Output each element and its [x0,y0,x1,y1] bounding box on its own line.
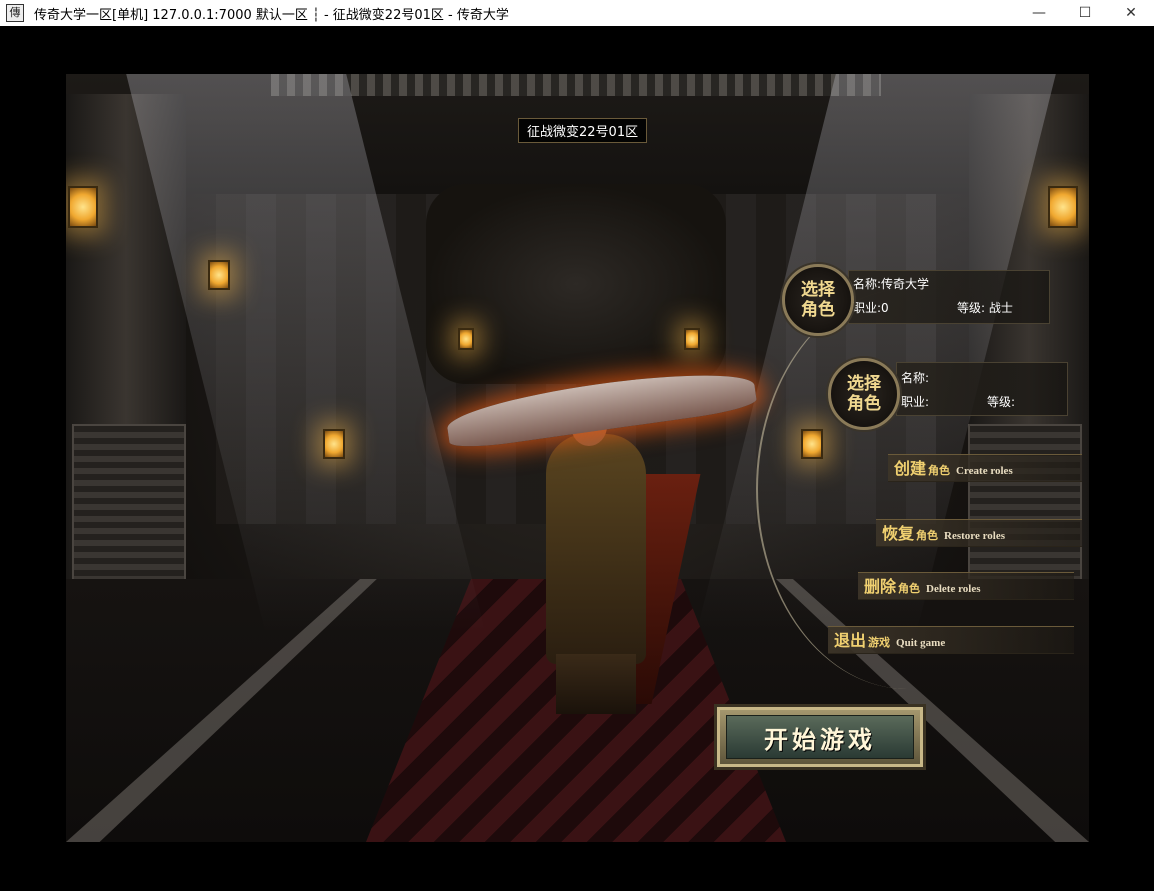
hero-armor [546,434,646,664]
role-slot-1-panel[interactable]: 名称:传奇大学 职业:0 等级: 战士 [848,270,1050,324]
lantern-icon [1048,186,1078,228]
game-viewport: 征战微变22号01区 名称:传奇大学 职业:0 等级: 战士 选择 角色 名称:… [66,74,1089,842]
role-1-job-label: 职业: [853,301,882,315]
throne [426,184,726,384]
server-name-label: 征战微变22号01区 [518,118,648,143]
lantern-icon [684,328,700,350]
create-role-big: 创建 [894,459,927,478]
create-role-button[interactable]: 创建 角色 Create roles [888,454,1082,482]
restore-role-button[interactable]: 恢复 角色 Restore roles [876,519,1082,547]
lantern-icon [68,186,98,228]
lantern-icon [323,429,345,459]
lantern-icon [208,260,230,290]
maximize-button[interactable]: ☐ [1062,0,1108,26]
role-slot-2-panel[interactable]: 名称: 职业: 等级: [896,362,1068,416]
quit-game-small: 游戏 [868,636,891,649]
delete-role-small: 角色 [898,582,921,595]
lantern-icon [458,328,474,350]
ceiling-ornament [271,74,881,96]
create-role-small: 角色 [928,464,951,477]
create-role-en: Create roles [956,465,1013,477]
role-2-job-label: 职业: [901,395,930,409]
minimize-button[interactable]: — [1016,0,1062,26]
select-role-2-label: 选择 角色 [847,374,881,414]
restore-role-en: Restore roles [944,530,1006,542]
delete-role-button[interactable]: 删除 角色 Delete roles [858,572,1074,600]
start-game-label: 开始游戏 [726,715,914,759]
select-role-1-button[interactable]: 选择 角色 [782,264,854,336]
select-role-2-button[interactable]: 选择 角色 [828,358,900,430]
quit-game-big: 退出 [834,631,867,650]
role-1-level-label: 等级: [957,301,986,315]
app-icon: 傳 [6,4,24,22]
restore-role-big: 恢复 [882,524,915,543]
warrior-character[interactable] [444,362,758,714]
role-2-level-label: 等级: [987,395,1016,409]
window-title: 传奇大学一区[单机] 127.0.0.1:7000 默认一区 ┆ - 征战微变2… [34,7,509,23]
delete-role-en: Delete roles [926,583,981,595]
role-1-name-label: 名称: [853,277,882,291]
role-1-level: 战士 [988,301,1013,315]
quit-game-button[interactable]: 退出 游戏 Quit game [828,626,1074,654]
role-1-name: 传奇大学 [881,277,930,291]
role-1-job: 0 [881,301,889,315]
delete-role-big: 删除 [864,577,897,596]
close-button[interactable]: ✕ [1108,0,1154,26]
window-titlebar: 傳 传奇大学一区[单机] 127.0.0.1:7000 默认一区 ┆ - 征战微… [0,0,1154,26]
hero-legs [556,654,636,714]
quit-game-en: Quit game [896,637,946,649]
select-role-1-label: 选择 角色 [801,280,835,320]
role-2-name-label: 名称: [901,371,930,385]
start-game-button[interactable]: 开始游戏 [714,704,926,770]
restore-role-small: 角色 [916,529,939,542]
